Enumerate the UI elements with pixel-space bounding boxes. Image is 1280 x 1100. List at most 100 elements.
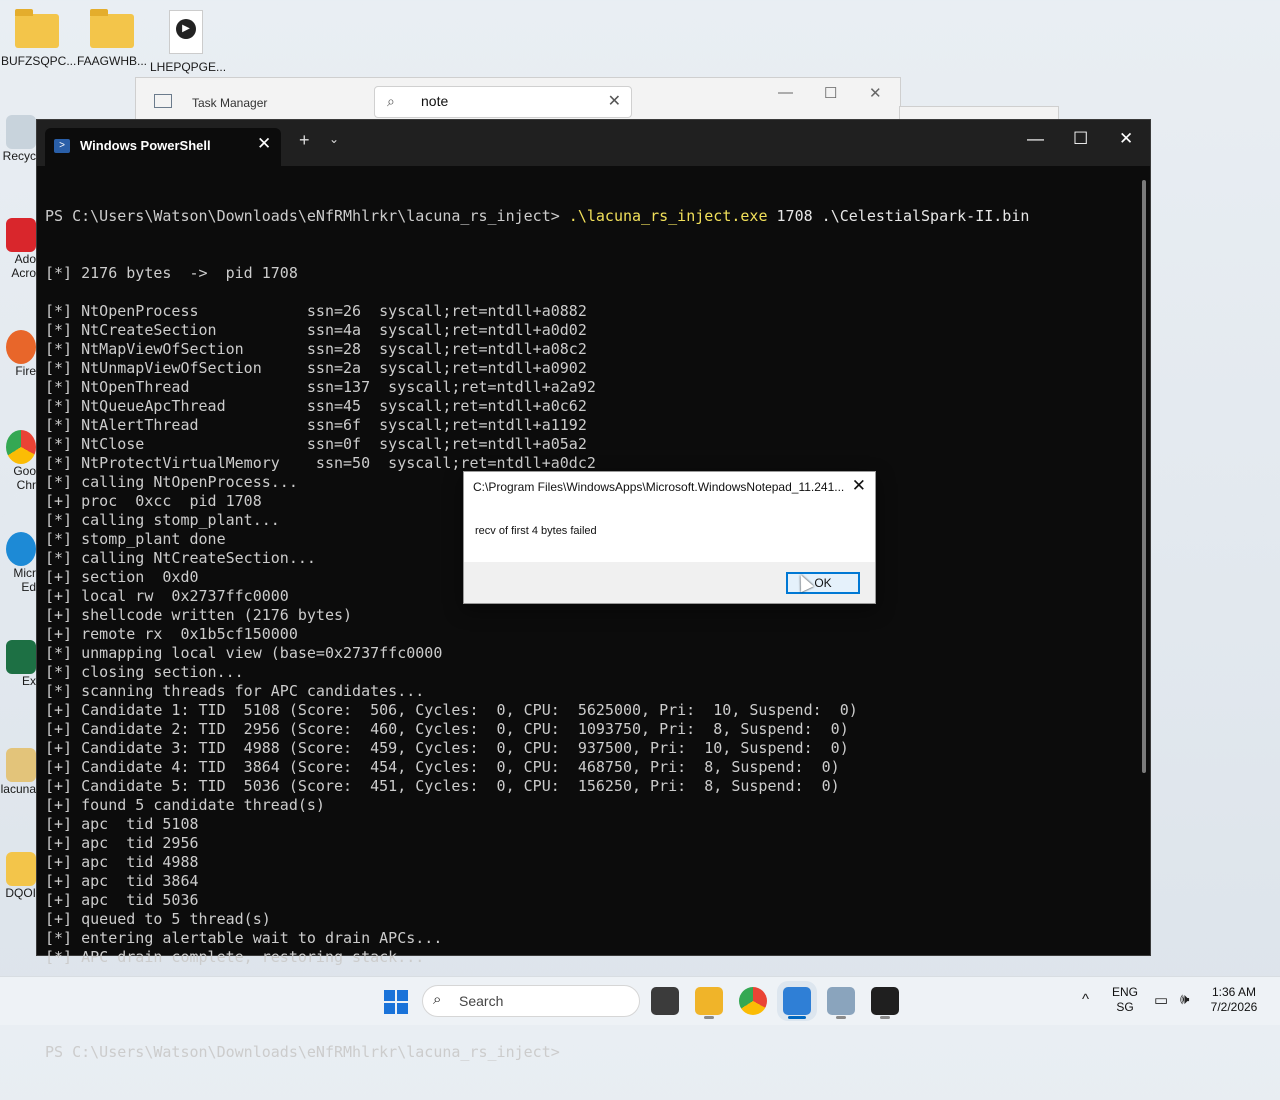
media-file-icon	[169, 10, 203, 54]
desktop-icon-label: Ado Acro	[11, 252, 36, 280]
desktop-icon-chrome[interactable]: Goo Chr	[0, 430, 36, 492]
desktop-icon-recycle-bin[interactable]: Recyc	[0, 115, 36, 163]
chrome-icon	[6, 430, 36, 464]
output-line: [+] Candidate 4: TID 3864 (Score: 454, C…	[45, 758, 840, 776]
output-line: [*] NtUnmapViewOfSection ssn=2a syscall;…	[45, 359, 587, 377]
clock-time: 1:36 AM	[1211, 985, 1257, 999]
network-icon[interactable]: ▭	[1154, 991, 1168, 1009]
notepad-icon[interactable]	[783, 987, 811, 1015]
desktop-icon-label: LHEPQPGE...	[150, 60, 227, 74]
firefox-icon	[6, 330, 36, 364]
excel-icon	[6, 640, 36, 674]
task-manager-search[interactable]: ⌕ note ✕	[374, 86, 632, 118]
prompt-path: PS C:\Users\Watson\Downloads\eNfRMhlrkr\…	[45, 207, 560, 225]
task-view-icon[interactable]	[651, 987, 679, 1015]
running-indicator	[704, 1016, 714, 1019]
clear-search-icon[interactable]: ✕	[608, 91, 621, 111]
taskbar-search[interactable]: ⌕ Search	[422, 985, 640, 1017]
output-line: [+] Candidate 3: TID 4988 (Score: 459, C…	[45, 739, 849, 757]
output-line: [+] found 5 candidate thread(s)	[45, 796, 325, 814]
desktop-icon-label: DQOI	[5, 886, 36, 900]
desktop-icon-label: lacuna	[0, 782, 36, 796]
clock[interactable]: 1:36 AM 7/2/2026	[1206, 985, 1262, 1015]
search-icon: ⌕	[387, 93, 395, 109]
dialog-footer: OK	[464, 562, 875, 603]
desktop-icon-edge[interactable]: Micr Ed	[0, 532, 36, 594]
active-indicator	[788, 1016, 806, 1019]
task-manager-icon[interactable]	[827, 987, 855, 1015]
error-dialog[interactable]: C:\Program Files\WindowsApps\Microsoft.W…	[463, 471, 876, 604]
output-line: [*] NtClose ssn=0f syscall;ret=ntdll+a05…	[45, 435, 587, 453]
scrollbar-thumb[interactable]	[1142, 180, 1146, 773]
desktop-icon-label: Goo Chr	[13, 464, 36, 492]
output-line: [*] NtAlertThread ssn=6f syscall;ret=ntd…	[45, 416, 587, 434]
powershell-titlebar[interactable]: > Windows PowerShell ✕ + ⌄ — ☐ ✕	[37, 120, 1150, 166]
output-line: [*] NtQueueApcThread ssn=45 syscall;ret=…	[45, 397, 587, 415]
maximize-button[interactable]: ☐	[1073, 129, 1088, 149]
output-line: [*] NtCreateSection ssn=4a syscall;ret=n…	[45, 321, 587, 339]
language-code: ENG	[1111, 985, 1138, 999]
output-line: [*] 2176 bytes -> pid 1708	[45, 264, 298, 282]
file-explorer-icon[interactable]	[695, 987, 723, 1015]
running-indicator	[836, 1016, 846, 1019]
desktop-icon-label: BUFZSQPC...	[1, 54, 77, 68]
close-button[interactable]: ✕	[869, 84, 882, 102]
search-input[interactable]: note	[421, 93, 448, 109]
task-manager-title: Task Manager	[192, 96, 268, 110]
output-line: [*] NtMapViewOfSection ssn=28 syscall;re…	[45, 340, 587, 358]
tab-windows-powershell[interactable]: > Windows PowerShell ✕	[45, 128, 281, 166]
volume-icon[interactable]: 🕪	[1180, 991, 1189, 1008]
terminal-icon[interactable]	[871, 987, 899, 1015]
desktop-icon-label: Fire	[15, 364, 36, 378]
start-button[interactable]	[384, 990, 408, 1014]
desktop-icon-label: Micr Ed	[13, 566, 36, 594]
clock-date: 7/2/2026	[1210, 1000, 1258, 1014]
desktop-icon-label: FAAGWHB...	[76, 54, 147, 68]
desktop-icon-label: Recyc	[2, 149, 36, 163]
tab-title: Windows PowerShell	[80, 138, 211, 153]
output-line: [+] apc tid 3864	[45, 872, 199, 890]
desktop-icon-lhepqpge[interactable]: LHEPQPGE...	[150, 10, 227, 74]
output-line: [*] closing section...	[45, 663, 244, 681]
command-line: PS C:\Users\Watson\Downloads\eNfRMhlrkr\…	[45, 207, 1135, 226]
new-tab-button[interactable]: +	[299, 130, 310, 151]
tab-dropdown-button[interactable]: ⌄	[329, 132, 339, 146]
output-line: [+] Candidate 1: TID 5108 (Score: 506, C…	[45, 701, 858, 719]
edge-icon	[6, 532, 36, 566]
running-indicator	[880, 1016, 890, 1019]
final-prompt[interactable]: PS C:\Users\Watson\Downloads\eNfRMhlrkr\…	[45, 1043, 1135, 1062]
desktop-icon-adobe-acrobat[interactable]: Ado Acro	[0, 218, 36, 280]
folder-icon	[6, 852, 36, 886]
chrome-icon[interactable]	[739, 987, 767, 1015]
command-args: 1708 .\CelestialSpark-II.bin	[767, 207, 1030, 225]
show-hidden-icons-button[interactable]: ^	[1082, 991, 1089, 1008]
desktop-icon-lacuna[interactable]: lacuna	[0, 748, 36, 796]
close-tab-button[interactable]: ✕	[257, 134, 271, 154]
desktop-icon-firefox[interactable]: Fire	[0, 330, 36, 378]
command-executable: .\lacuna_rs_inject.exe	[568, 207, 768, 225]
language-indicator[interactable]: ENG SG	[1110, 985, 1140, 1015]
output-line: [+] shellcode written (2176 bytes)	[45, 606, 353, 624]
minimize-button[interactable]: —	[1027, 129, 1044, 149]
output-line: [*] NtOpenThread ssn=137 syscall;ret=ntd…	[45, 378, 596, 396]
minimize-button[interactable]: —	[778, 84, 793, 101]
output-line: [+] apc tid 5036	[45, 891, 199, 909]
desktop-icon-bufzsqpc[interactable]: BUFZSQPC...	[1, 9, 77, 68]
search-icon: ⌕	[433, 991, 442, 1008]
desktop-icon-excel[interactable]: Ex	[0, 640, 36, 688]
desktop-icon-faagwhb[interactable]: FAAGWHB...	[76, 9, 148, 68]
output-line: [+] apc tid 5108	[45, 815, 199, 833]
dialog-title: C:\Program Files\WindowsApps\Microsoft.W…	[473, 480, 845, 494]
maximize-button[interactable]: ☐	[824, 84, 837, 102]
output-line: [+] Candidate 5: TID 5036 (Score: 451, C…	[45, 777, 840, 795]
task-manager-icon	[154, 94, 172, 108]
dialog-message: recv of first 4 bytes failed	[475, 525, 597, 537]
dialog-close-button[interactable]: ✕	[852, 476, 866, 496]
recycle-bin-icon	[6, 115, 36, 149]
output-line: [+] apc tid 2956	[45, 834, 199, 852]
zip-folder-icon	[6, 748, 36, 782]
close-button[interactable]: ✕	[1119, 129, 1133, 149]
desktop-icon-dqoi[interactable]: DQOI	[0, 852, 36, 900]
output-line: [+] Candidate 2: TID 2956 (Score: 460, C…	[45, 720, 849, 738]
